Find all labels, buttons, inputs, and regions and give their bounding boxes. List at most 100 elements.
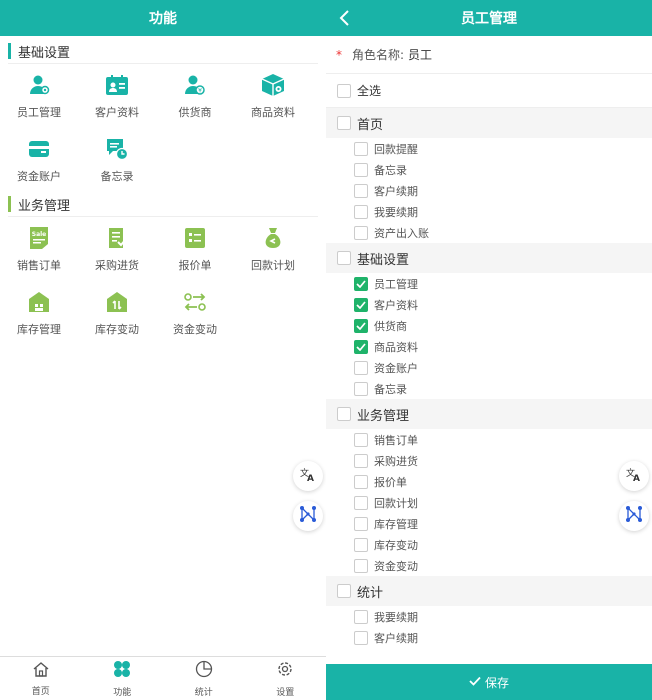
permission-checkbox[interactable] [354, 276, 368, 291]
permission-checkbox[interactable] [354, 453, 368, 468]
permission-item[interactable]: 客户续期 [326, 180, 652, 201]
permission-label: 商品资料 [374, 340, 418, 354]
role-name-label: 角色名称: [352, 48, 405, 62]
permission-item[interactable]: 销售订单 [326, 429, 652, 450]
tab-label: 设置 [276, 687, 295, 698]
permission-item[interactable]: 我要续期 [326, 606, 652, 627]
func-employee-management[interactable]: 员工管理 [0, 64, 78, 128]
func-product-info[interactable]: 商品资料 [234, 64, 312, 128]
permission-checkbox[interactable] [354, 225, 368, 240]
permission-item[interactable]: 采购进货 [326, 450, 652, 471]
employee-icon [26, 72, 52, 98]
permission-checkbox[interactable] [354, 609, 368, 624]
translate-fab[interactable]: 文A [293, 461, 323, 491]
permission-checkbox[interactable] [354, 381, 368, 396]
func-purchase[interactable]: 采购进货 [78, 217, 156, 281]
network-graph-icon [299, 505, 317, 527]
tab-statistics[interactable]: 统计 [163, 657, 245, 700]
group-checkbox[interactable] [337, 407, 351, 421]
network-fab[interactable] [619, 501, 649, 531]
tab-home[interactable]: 首页 [0, 657, 82, 700]
permission-item[interactable]: 备忘录 [326, 378, 652, 399]
permission-checkbox[interactable] [354, 162, 368, 177]
tab-label: 首页 [31, 686, 50, 697]
warehouse-icon [26, 289, 52, 315]
back-arrow-icon[interactable] [336, 8, 356, 28]
permission-checkbox[interactable] [354, 630, 368, 645]
permission-checkbox[interactable] [354, 474, 368, 489]
save-button[interactable]: 保存 [326, 664, 652, 700]
gear-icon [276, 660, 294, 682]
group-header[interactable]: 首页 [326, 108, 652, 138]
permission-item[interactable]: 客户续期 [326, 627, 652, 648]
permission-label: 我要续期 [374, 610, 418, 624]
func-payment-plan[interactable]: 回款计划 [234, 217, 312, 281]
func-customer-info[interactable]: 客户资料 [78, 64, 156, 128]
permission-item[interactable]: 资金变动 [326, 555, 652, 576]
func-label: 备忘录 [100, 170, 134, 183]
section-accent-bar [8, 43, 11, 59]
section-title: 业务管理 [18, 198, 71, 214]
group-header[interactable]: 统计 [326, 576, 652, 606]
permission-label: 员工管理 [374, 277, 418, 291]
role-name-value[interactable]: 员工 [408, 46, 432, 63]
group-checkbox[interactable] [337, 584, 351, 598]
permission-checkbox[interactable] [354, 495, 368, 510]
permission-label: 资产出入账 [374, 226, 429, 240]
role-name-field: * 角色名称: 员工 [326, 36, 652, 74]
group-checkbox[interactable] [337, 116, 351, 130]
permission-item[interactable]: 库存变动 [326, 534, 652, 555]
select-all-checkbox[interactable] [337, 83, 351, 98]
group-checkbox[interactable] [337, 251, 351, 265]
func-memo[interactable]: 备忘录 [78, 128, 156, 192]
customer-card-icon [104, 72, 130, 98]
permission-item[interactable]: 资金账户 [326, 357, 652, 378]
stock-change-icon [104, 289, 130, 315]
func-label: 客户资料 [95, 106, 139, 119]
permission-item[interactable]: 库存管理 [326, 513, 652, 534]
permission-checkbox[interactable] [354, 318, 368, 333]
permission-label: 我要续期 [374, 205, 418, 219]
permission-item[interactable]: 回款计划 [326, 492, 652, 513]
permission-item[interactable]: 我要续期 [326, 201, 652, 222]
func-label: 供货商 [178, 106, 212, 119]
permission-checkbox[interactable] [354, 339, 368, 354]
permission-checkbox[interactable] [354, 204, 368, 219]
func-fund-account[interactable]: 资金账户 [0, 128, 78, 192]
permission-checkbox[interactable] [354, 432, 368, 447]
group-header[interactable]: 基础设置 [326, 243, 652, 273]
group-header[interactable]: 业务管理 [326, 399, 652, 429]
func-label: 商品资料 [251, 106, 295, 119]
permission-checkbox[interactable] [354, 360, 368, 375]
func-quotation[interactable]: 报价单 [156, 217, 234, 281]
tab-functions[interactable]: 功能 [82, 657, 164, 700]
permission-item[interactable]: 回款提醒 [326, 138, 652, 159]
tab-settings[interactable]: 设置 [245, 657, 327, 700]
permission-checkbox[interactable] [354, 141, 368, 156]
permission-item[interactable]: 客户资料 [326, 294, 652, 315]
permission-item[interactable]: 资产出入账 [326, 222, 652, 243]
group-title: 业务管理 [357, 408, 410, 424]
permission-checkbox[interactable] [354, 297, 368, 312]
permission-item[interactable]: 员工管理 [326, 273, 652, 294]
permission-item[interactable]: 备忘录 [326, 159, 652, 180]
func-inventory-management[interactable]: 库存管理 [0, 281, 78, 345]
func-inventory-change[interactable]: 库存变动 [78, 281, 156, 345]
permission-checkbox[interactable] [354, 558, 368, 573]
permission-checkbox[interactable] [354, 183, 368, 198]
permission-item[interactable]: 供货商 [326, 315, 652, 336]
permission-item[interactable]: 商品资料 [326, 336, 652, 357]
permission-checkbox[interactable] [354, 516, 368, 531]
func-fund-change[interactable]: 资金变动 [156, 281, 234, 345]
func-supplier[interactable]: ¥ 供货商 [156, 64, 234, 128]
translate-icon: 文A [300, 466, 316, 486]
clover-icon [113, 660, 131, 682]
network-fab[interactable] [293, 501, 323, 531]
translate-fab[interactable]: 文A [619, 461, 649, 491]
save-label: 保存 [484, 675, 509, 690]
permission-checkbox[interactable] [354, 537, 368, 552]
func-sales-order[interactable]: Sale 销售订单 [0, 217, 78, 281]
fund-change-icon [182, 289, 208, 315]
permission-item[interactable]: 报价单 [326, 471, 652, 492]
select-all-row[interactable]: 全选 [326, 74, 652, 108]
